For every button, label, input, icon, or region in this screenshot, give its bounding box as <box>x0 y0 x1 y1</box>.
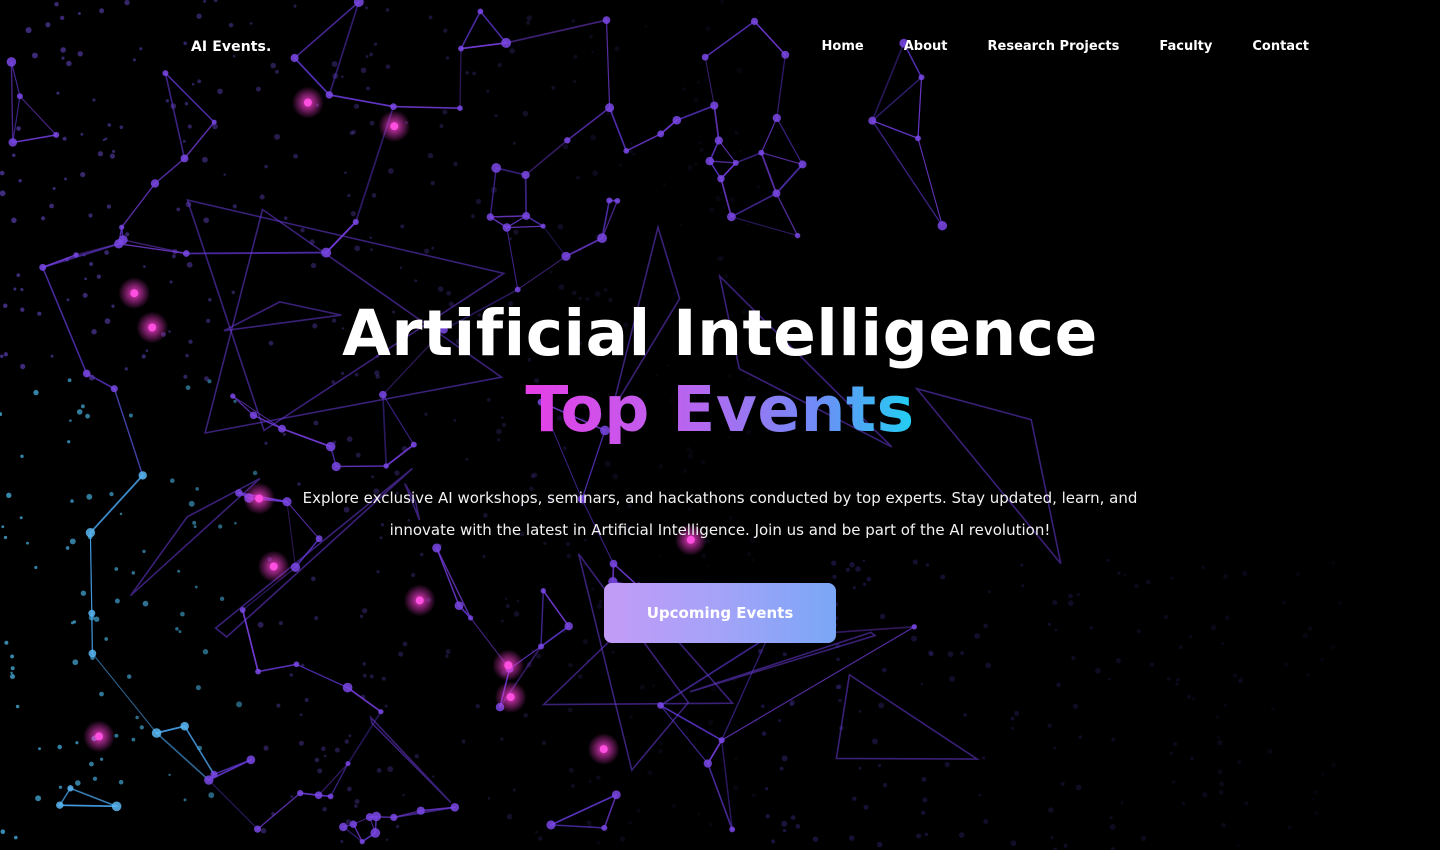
page: AI Events. Home About Research Projects … <box>0 0 1440 850</box>
site-logo[interactable]: AI Events. <box>191 39 271 55</box>
nav-link-about[interactable]: About <box>904 39 948 54</box>
site-header: AI Events. Home About Research Projects … <box>0 0 1440 96</box>
upcoming-events-button[interactable]: Upcoming Events <box>604 583 836 643</box>
nav-link-research-projects[interactable]: Research Projects <box>988 39 1120 54</box>
hero-title: Artificial Intelligence <box>342 297 1098 370</box>
hero-description: Explore exclusive AI workshops, seminars… <box>302 489 1138 539</box>
main-nav: Home About Research Projects Faculty Con… <box>822 39 1309 54</box>
nav-link-home[interactable]: Home <box>822 39 864 54</box>
hero-section: Artificial Intelligence Top Events Explo… <box>0 296 1440 643</box>
hero-subtitle: Top Events <box>525 373 915 446</box>
nav-link-contact[interactable]: Contact <box>1252 39 1309 54</box>
nav-link-faculty[interactable]: Faculty <box>1159 39 1212 54</box>
